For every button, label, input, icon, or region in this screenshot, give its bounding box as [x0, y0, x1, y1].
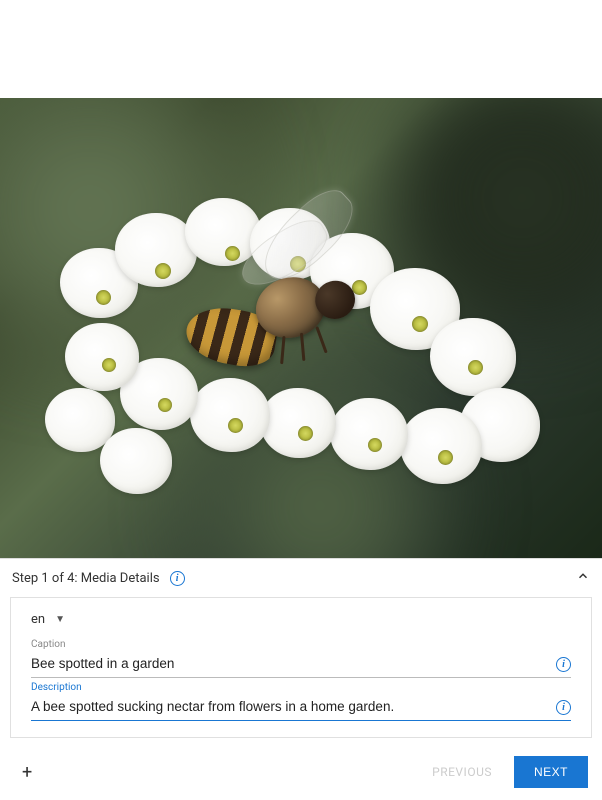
dropdown-triangle-icon: ▼ [55, 614, 65, 625]
step-info-icon[interactable]: i [170, 570, 185, 587]
collapse-chevron-icon[interactable] [576, 569, 590, 587]
description-info-icon[interactable]: i [556, 695, 571, 716]
add-button[interactable]: + [14, 758, 40, 787]
next-button[interactable]: NEXT [514, 756, 588, 788]
previous-button: PREVIOUS [418, 757, 506, 787]
panel-header[interactable]: Step 1 of 4: Media Details i [0, 559, 602, 597]
caption-input[interactable] [31, 652, 571, 678]
caption-info-icon[interactable]: i [556, 652, 571, 673]
language-select[interactable]: en ▼ [31, 606, 65, 635]
description-field: Description i [31, 682, 571, 721]
language-selected: en [31, 612, 45, 627]
description-label: Description [31, 682, 571, 693]
description-input[interactable] [31, 695, 571, 721]
header-blank-area [0, 0, 602, 98]
uploaded-image-preview [0, 98, 602, 566]
caption-label: Caption [31, 639, 571, 650]
caption-field: Caption i [31, 639, 571, 678]
panel-footer: + PREVIOUS NEXT [0, 748, 602, 800]
media-details-panel: Step 1 of 4: Media Details i en ▼ Captio… [0, 558, 602, 800]
panel-body: en ▼ Caption i Description i [10, 597, 592, 738]
step-label: Step 1 of 4: Media Details [12, 571, 160, 586]
